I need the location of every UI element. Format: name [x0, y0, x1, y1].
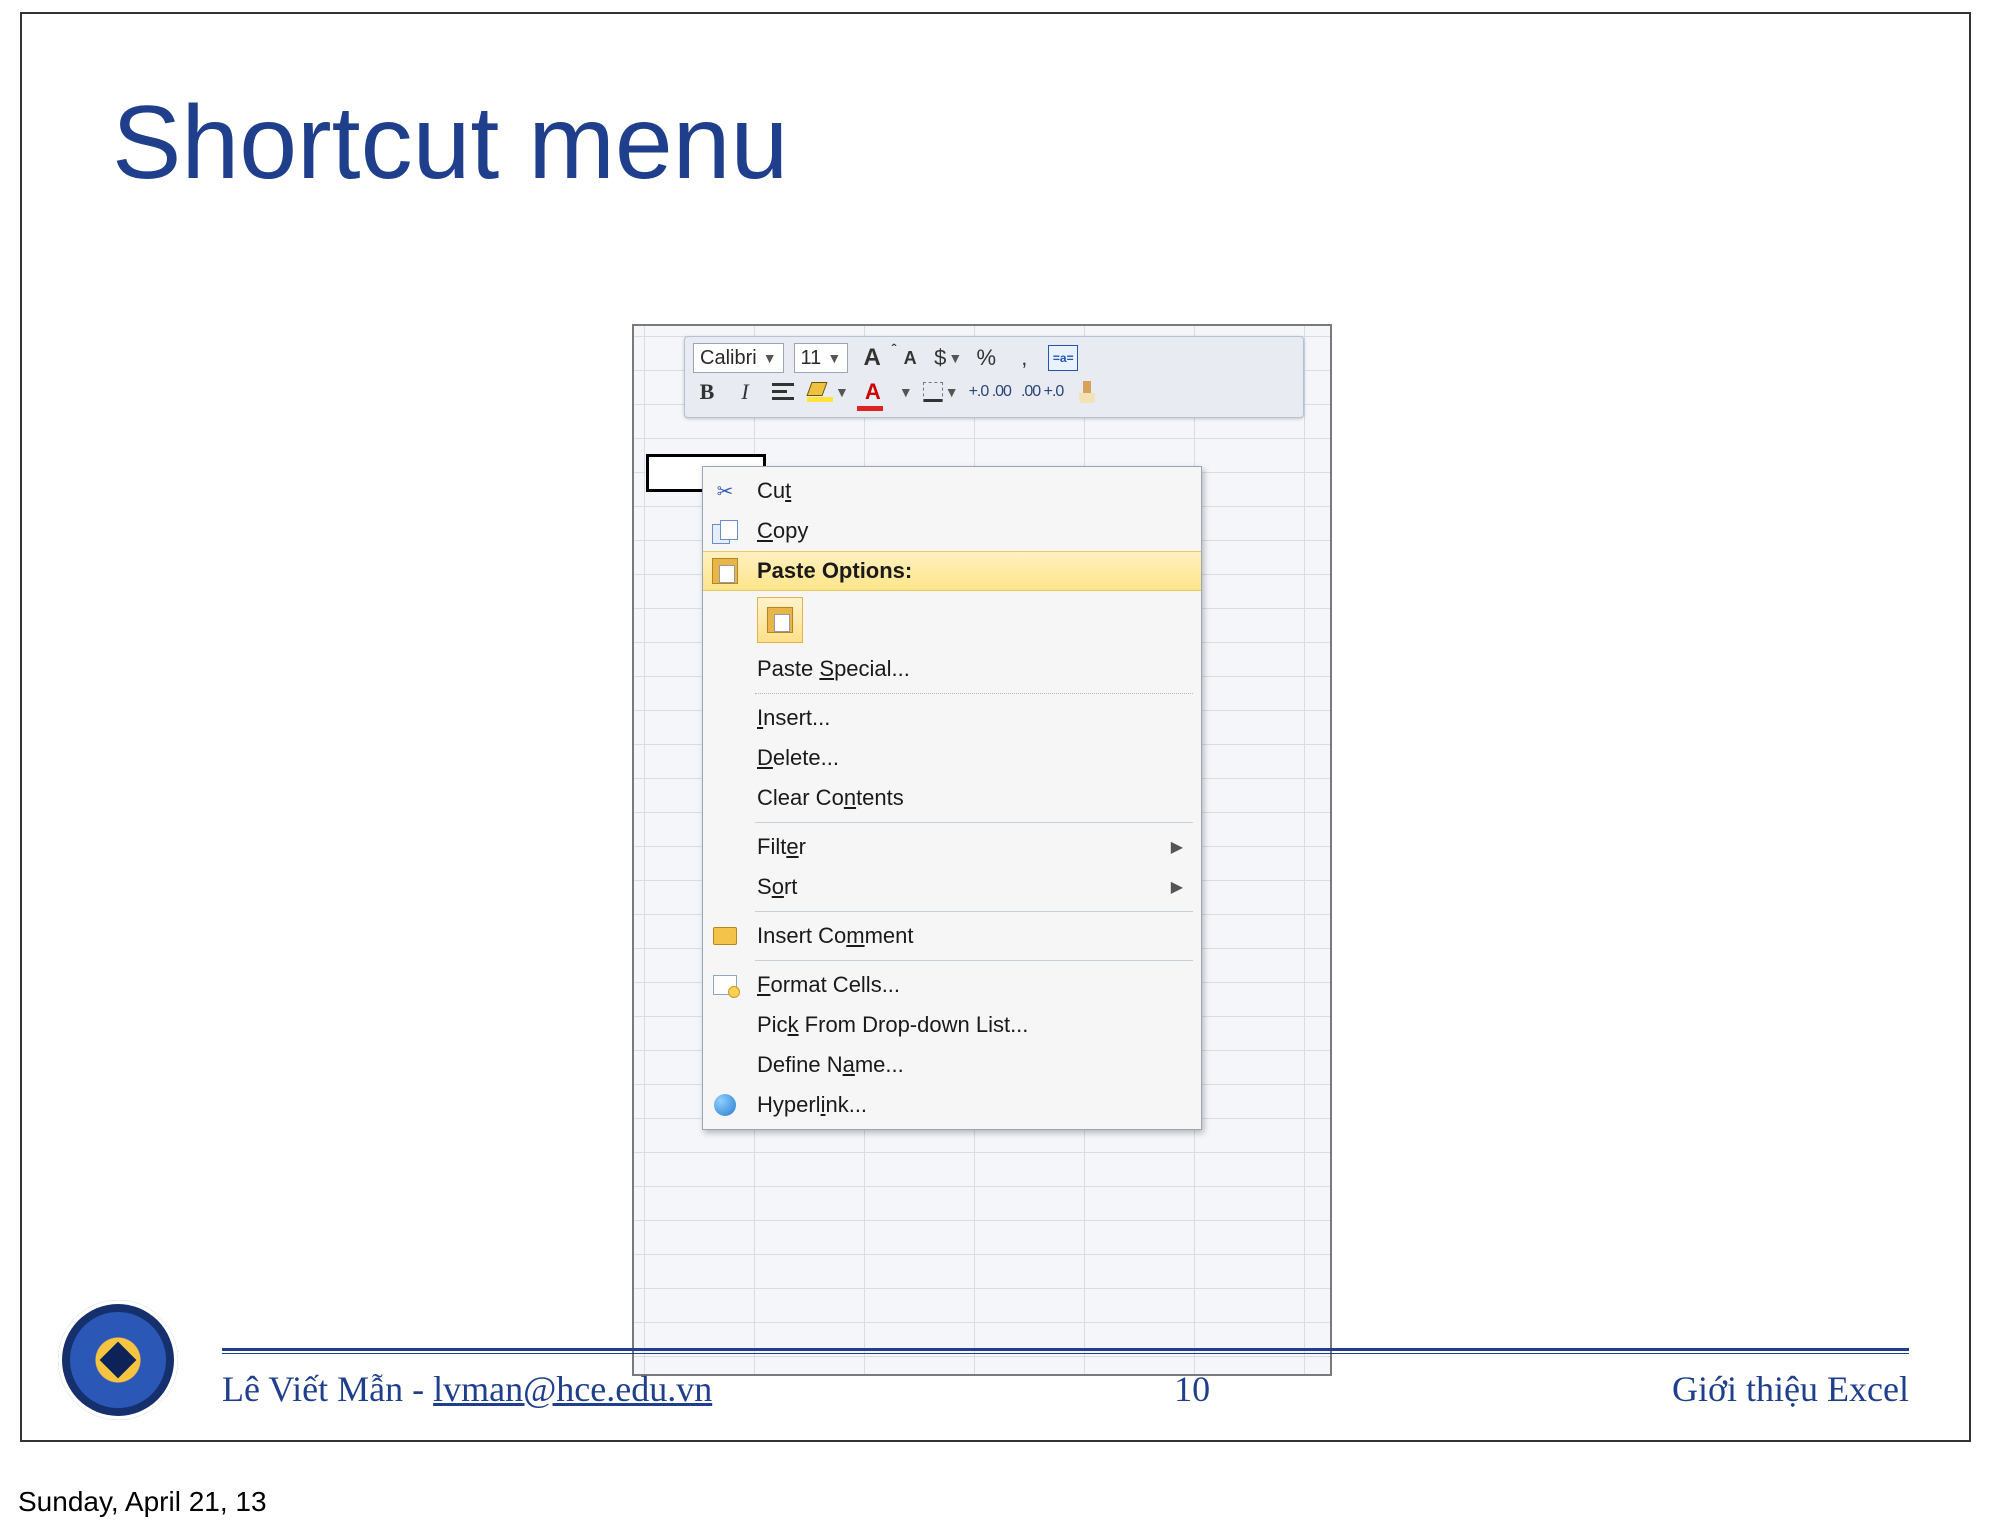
menu-paste-options[interactable]: Paste Options:: [703, 551, 1201, 591]
menu-cut[interactable]: ✂ Cut: [703, 471, 1201, 511]
blank-icon: [703, 738, 747, 778]
menu-label: Define Name...: [747, 1052, 904, 1078]
chevron-down-icon: ▼: [827, 350, 841, 366]
border-icon: [923, 382, 943, 402]
menu-clear-contents[interactable]: Clear Contents: [703, 778, 1201, 818]
menu-label: Insert...: [747, 705, 830, 731]
footer-divider: [222, 1348, 1909, 1354]
paint-bucket-icon: [807, 382, 833, 402]
menu-label: Paste Options:: [747, 558, 912, 584]
blank-icon: [703, 778, 747, 818]
scissors-icon: ✂: [703, 471, 747, 511]
comma-button[interactable]: ,: [1010, 343, 1038, 373]
blank-icon: [703, 1005, 747, 1045]
menu-label: Pick From Drop-down List...: [747, 1012, 1028, 1038]
menu-define-name[interactable]: Define Name...: [703, 1045, 1201, 1085]
clipboard-icon: [767, 607, 793, 633]
footer-topic: Giới thiệu Excel: [1672, 1368, 1909, 1410]
globe-icon: [703, 1085, 747, 1125]
font-name-combo[interactable]: Calibri ▼: [693, 343, 784, 373]
footer-author-name: Lê Viết Mẫn -: [222, 1369, 433, 1409]
menu-label: Format Cells...: [747, 972, 900, 998]
slide-frame: Shortcut menu Calibri ▼ 11 ▼ Aˆ A $▼ % ,…: [20, 12, 1971, 1442]
menu-sort[interactable]: Sort ▶: [703, 867, 1201, 907]
menu-label: Insert Comment: [747, 923, 914, 949]
blank-icon: [703, 1045, 747, 1085]
decrease-decimal-button[interactable]: .00 +.0: [1021, 377, 1063, 407]
slide-footer: Lê Viết Mẫn - lvman@hce.edu.vn 10 Giới t…: [82, 1348, 1909, 1410]
menu-pick-list[interactable]: Pick From Drop-down List...: [703, 1005, 1201, 1045]
excel-screenshot: Calibri ▼ 11 ▼ Aˆ A $▼ % , =a= B I ▼ A▼: [632, 324, 1332, 1376]
clipboard-icon: [703, 552, 747, 590]
currency-label: $: [934, 345, 946, 371]
blank-icon: [703, 867, 747, 907]
shrink-font-letter: A: [904, 348, 917, 369]
copy-icon: [703, 511, 747, 551]
folder-icon: [703, 916, 747, 956]
menu-separator: [755, 911, 1193, 912]
menu-insert-comment[interactable]: Insert Comment: [703, 916, 1201, 956]
font-name-value: Calibri: [700, 347, 757, 370]
align-icon: [772, 383, 794, 401]
grow-font-button[interactable]: Aˆ: [858, 343, 886, 373]
menu-separator: [755, 822, 1193, 823]
menu-separator: [755, 960, 1193, 961]
fill-color-button[interactable]: ▼: [807, 377, 849, 407]
footer-author: Lê Viết Mẫn - lvman@hce.edu.vn: [222, 1368, 712, 1410]
submenu-arrow-icon: ▶: [1171, 877, 1183, 897]
presenter-timestamp: Sunday, April 21, 13: [18, 1486, 267, 1518]
footer-author-mail[interactable]: lvman@hce.edu.vn: [433, 1369, 712, 1409]
font-color-button[interactable]: A: [859, 377, 887, 407]
menu-format-cells[interactable]: Format Cells...: [703, 965, 1201, 1005]
menu-label: Cut: [747, 478, 791, 504]
menu-label: Hyperlink...: [747, 1092, 867, 1118]
menu-copy[interactable]: Copy: [703, 511, 1201, 551]
menu-label: Clear Contents: [747, 785, 904, 811]
brush-icon: [1077, 381, 1097, 403]
mini-toolbar: Calibri ▼ 11 ▼ Aˆ A $▼ % , =a= B I ▼ A▼: [684, 336, 1304, 418]
submenu-arrow-icon: ▶: [1171, 837, 1183, 857]
menu-hyperlink[interactable]: Hyperlink...: [703, 1085, 1201, 1125]
page-number: 10: [1174, 1368, 1210, 1410]
menu-label: Delete...: [747, 745, 839, 771]
chevron-down-icon: ▼: [899, 384, 913, 400]
blank-icon: [703, 698, 747, 738]
menu-paste-special[interactable]: Paste Special...: [703, 649, 1201, 689]
menu-label: Filter: [747, 834, 806, 860]
menu-label: Paste Special...: [747, 656, 910, 682]
format-cells-icon: [703, 965, 747, 1005]
menu-label: Sort: [747, 874, 797, 900]
slide-title: Shortcut menu: [112, 84, 788, 203]
menu-filter[interactable]: Filter ▶: [703, 827, 1201, 867]
italic-button[interactable]: I: [731, 377, 759, 407]
context-menu: ✂ Cut Copy Paste Options: Paste Special.…: [702, 466, 1202, 1130]
shrink-font-button[interactable]: A: [896, 343, 924, 373]
paste-option-button[interactable]: [757, 597, 803, 643]
grow-font-letter: A: [864, 344, 881, 372]
menu-delete[interactable]: Delete...: [703, 738, 1201, 778]
chevron-down-icon: ▼: [763, 350, 777, 366]
increase-decimal-button[interactable]: +.0 .00: [969, 377, 1011, 407]
format-painter-button[interactable]: [1073, 377, 1101, 407]
menu-separator: [755, 693, 1193, 694]
font-color-letter: A: [865, 379, 881, 405]
blank-icon: [703, 649, 747, 689]
currency-button[interactable]: $▼: [934, 343, 962, 373]
align-button[interactable]: [769, 377, 797, 407]
percent-button[interactable]: %: [972, 343, 1000, 373]
abc-format-button[interactable]: =a=: [1048, 345, 1078, 371]
bold-button[interactable]: B: [693, 377, 721, 407]
font-size-combo[interactable]: 11 ▼: [794, 343, 849, 373]
borders-button[interactable]: ▼: [923, 377, 959, 407]
menu-label: Copy: [747, 518, 808, 544]
font-size-value: 11: [801, 347, 822, 370]
blank-icon: [703, 827, 747, 867]
menu-insert[interactable]: Insert...: [703, 698, 1201, 738]
